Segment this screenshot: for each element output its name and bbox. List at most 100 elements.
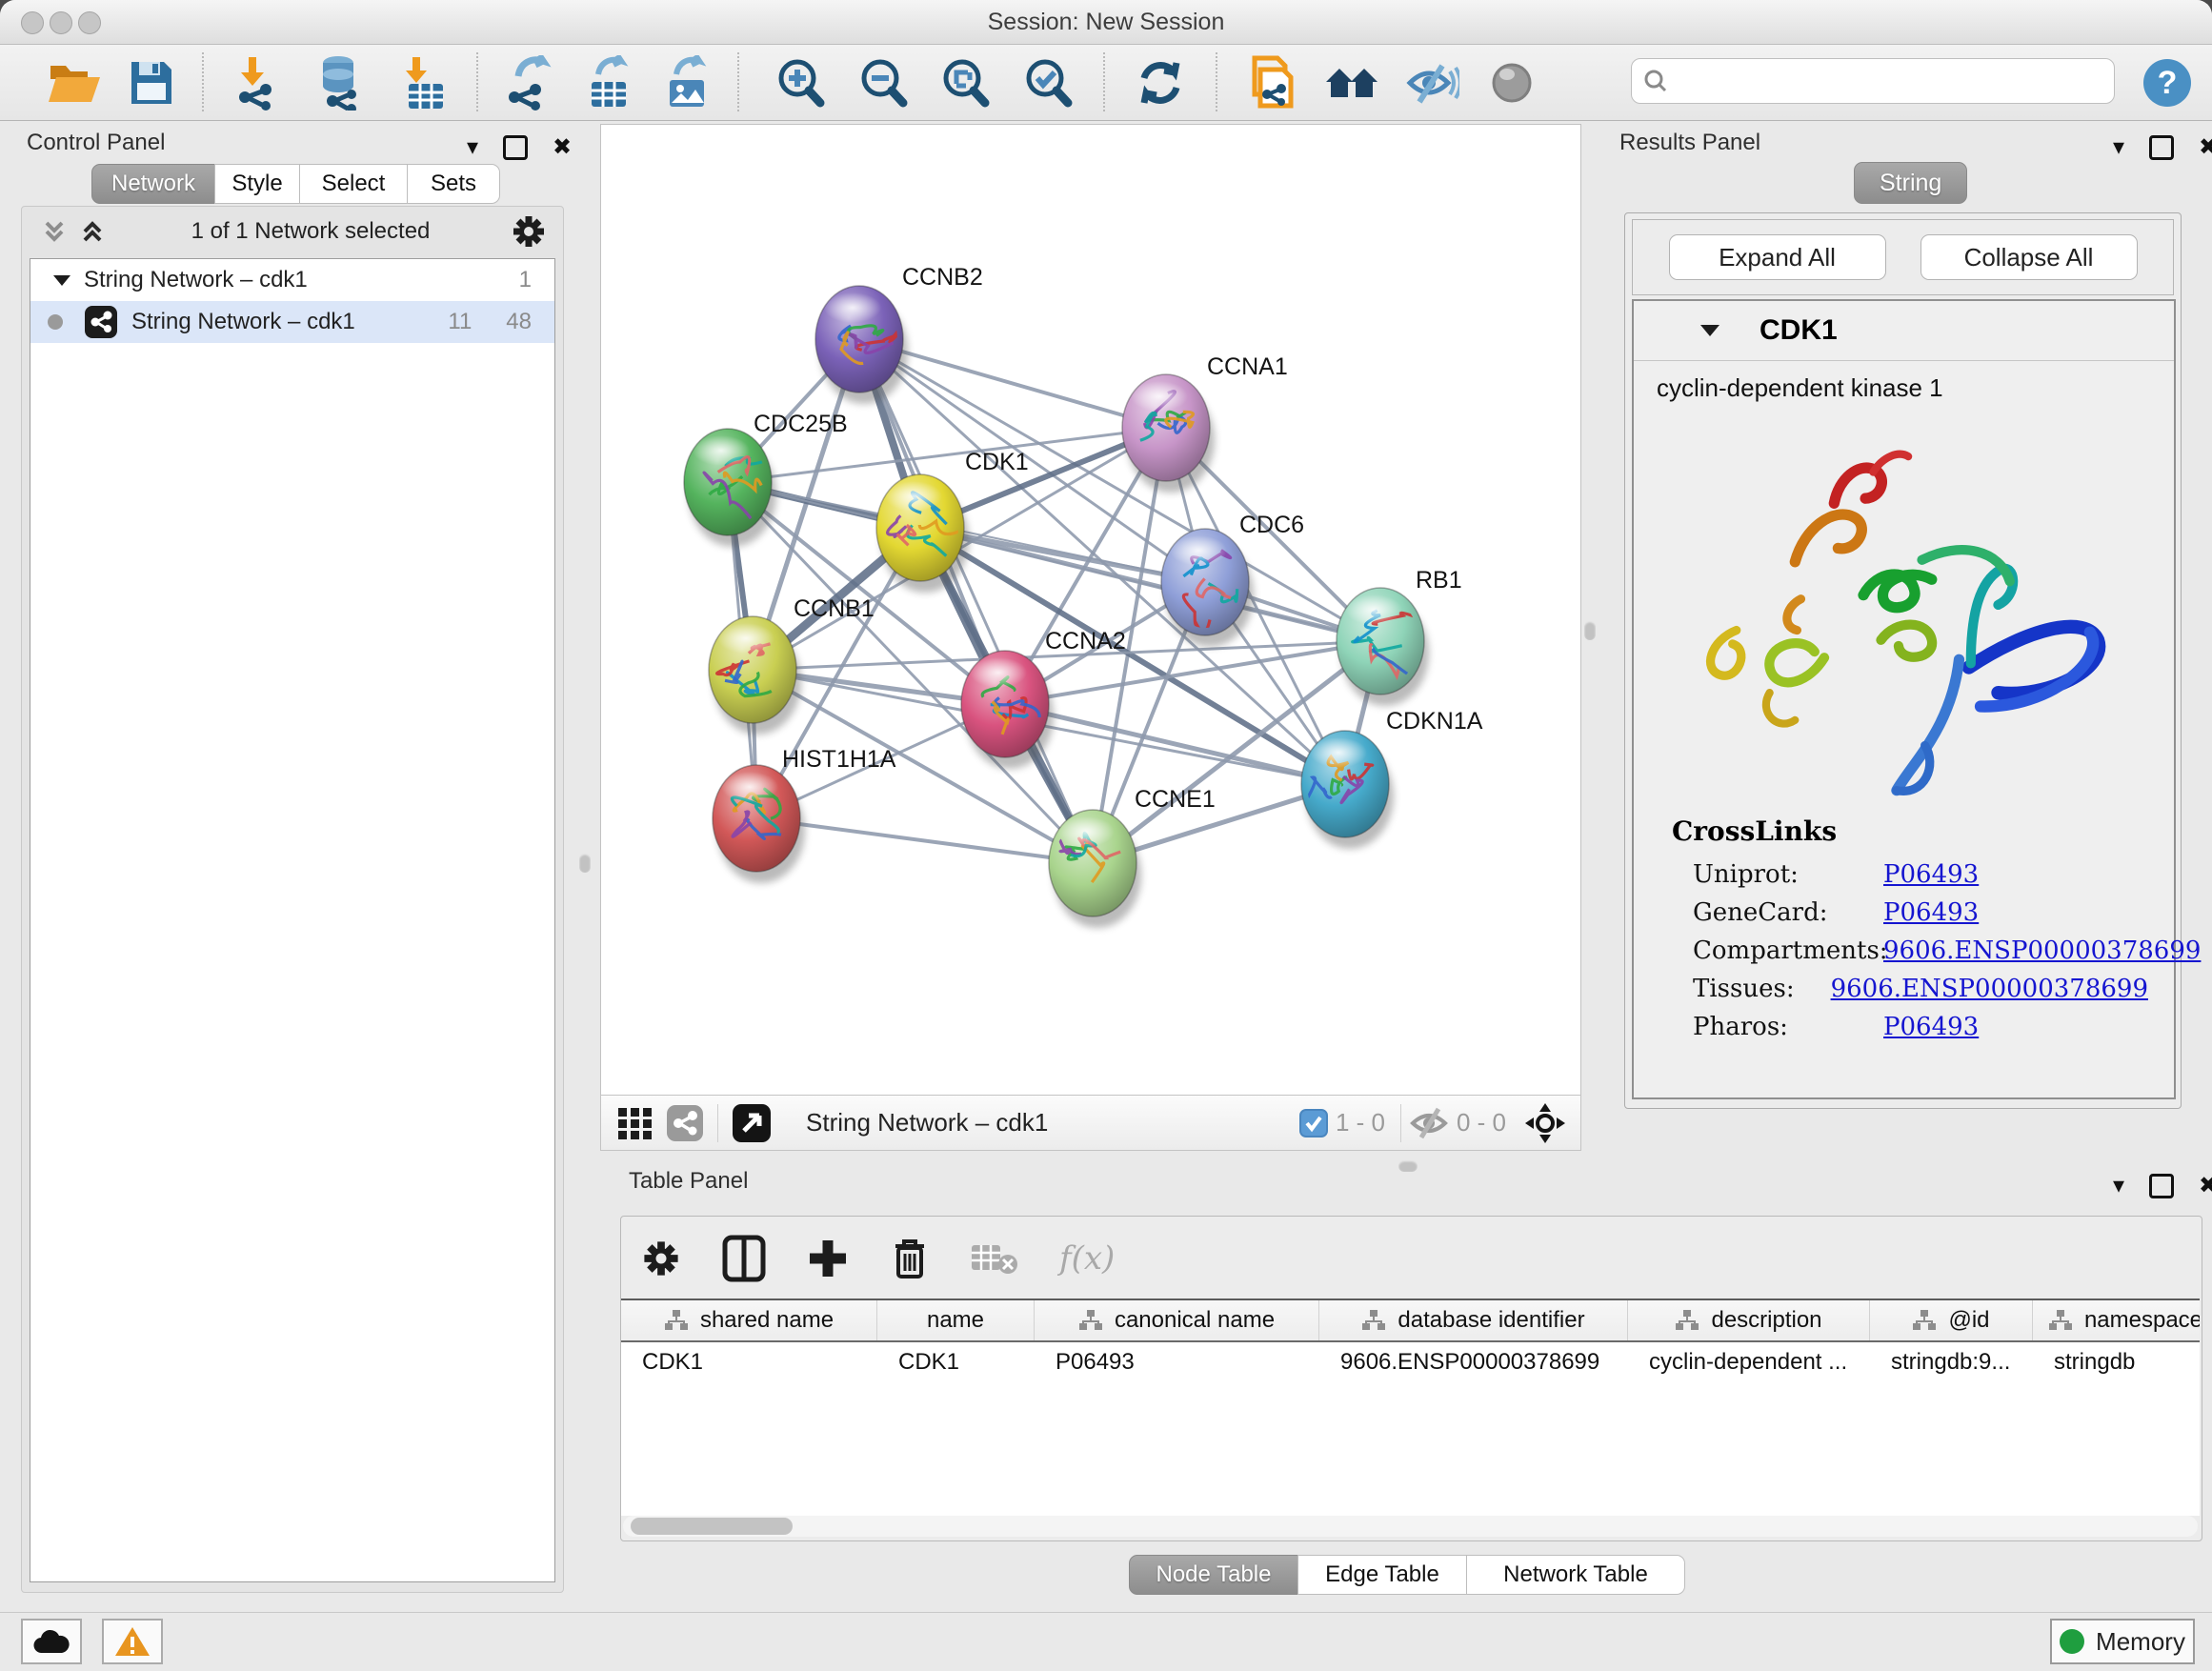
table-cell[interactable]: stringdb <box>2033 1342 2200 1382</box>
table-cell[interactable]: P06493 <box>1035 1342 1319 1382</box>
expand-all-button[interactable]: Expand All <box>1669 234 1886 280</box>
node-CDC25B[interactable] <box>684 429 794 547</box>
crosslink-link[interactable]: 9606.ENSP00000378699 <box>1883 936 2201 965</box>
panel-menu-icon[interactable]: ▾ <box>2113 1175 2124 1198</box>
collection-expand-icon[interactable] <box>51 272 72 288</box>
table-cell[interactable]: CDK1 <box>877 1342 1035 1382</box>
edge-CCNB2-CCNE1[interactable] <box>859 339 1093 863</box>
help-icon[interactable]: ? <box>2134 54 2201 111</box>
add-column-icon[interactable] <box>806 1237 850 1280</box>
edge-CCNA2-CDKN1A[interactable] <box>1005 704 1345 784</box>
table-options-gear-icon[interactable] <box>640 1238 682 1279</box>
node-CCNE1[interactable] <box>1049 810 1141 928</box>
cloud-status-button[interactable] <box>21 1619 82 1664</box>
export-image-icon[interactable] <box>654 54 720 111</box>
home-networks-icon[interactable] <box>1318 54 1385 111</box>
open-file-icon[interactable] <box>41 54 108 111</box>
tab-select[interactable]: Select <box>299 164 408 204</box>
table-cell[interactable]: cyclin-dependent ... <box>1628 1342 1870 1382</box>
splitter-handle[interactable] <box>1584 621 1596 640</box>
table-row[interactable]: CDK1CDK1P064939606.ENSP00000378699cyclin… <box>621 1342 2200 1382</box>
float-panel-icon[interactable] <box>2149 1174 2174 1198</box>
tab-network-table[interactable]: Network Table <box>1466 1555 1685 1595</box>
column-header-description[interactable]: description <box>1628 1300 1870 1340</box>
node-CDKN1A[interactable] <box>1301 731 1394 849</box>
node-RB1[interactable] <box>1337 588 1431 706</box>
table-cell[interactable]: CDK1 <box>621 1342 877 1382</box>
delete-column-icon[interactable] <box>890 1235 930 1282</box>
node-CCNA2[interactable] <box>961 651 1054 769</box>
tab-sets[interactable]: Sets <box>407 164 500 204</box>
warnings-button[interactable] <box>102 1619 163 1664</box>
node-CDK1[interactable] <box>876 474 969 593</box>
crosslink-link[interactable]: P06493 <box>1883 898 1979 927</box>
export-table-icon[interactable] <box>575 54 642 111</box>
column-header-name[interactable]: name <box>877 1300 1035 1340</box>
save-session-icon[interactable] <box>118 54 185 111</box>
search-input[interactable] <box>1668 63 2114 99</box>
network-collection-row[interactable]: String Network – cdk1 1 <box>30 259 554 301</box>
scrollbar-thumb[interactable] <box>631 1518 793 1535</box>
birds-eye-grid-icon[interactable] <box>616 1104 654 1142</box>
table-cell[interactable]: stringdb:9... <box>1870 1342 2033 1382</box>
network-view-canvas[interactable]: CCNB2CCNA1CDC25BCDK1CDC6RB1CCNB1CCNA2CDK… <box>600 124 1581 1096</box>
crosslink-link[interactable]: P06493 <box>1883 860 1979 889</box>
zoom-selected-icon[interactable] <box>1016 54 1082 111</box>
column-header-namespace[interactable]: namespace <box>2033 1300 2200 1340</box>
collapse-gene-icon[interactable] <box>1699 322 1721 339</box>
pan-crosshair-icon[interactable] <box>1523 1101 1567 1145</box>
node-CCNB2[interactable] <box>815 286 908 404</box>
export-network-icon[interactable] <box>495 54 562 111</box>
panel-menu-icon[interactable]: ▾ <box>2113 136 2124 159</box>
table-cell[interactable]: 9606.ENSP00000378699 <box>1319 1342 1628 1382</box>
column-type-icon <box>2048 1309 2073 1332</box>
clone-network-icon[interactable] <box>1238 54 1305 111</box>
zoom-fit-icon[interactable] <box>933 54 999 111</box>
network-options-gear-icon[interactable] <box>510 212 548 251</box>
memory-button[interactable]: Memory <box>2050 1619 2195 1664</box>
node-CCNA1[interactable] <box>1122 374 1215 493</box>
close-panel-icon[interactable]: ✖ <box>553 136 572 159</box>
import-table-icon[interactable] <box>391 54 457 111</box>
select-columns-icon[interactable] <box>722 1235 766 1282</box>
control-panel-title: Control Panel <box>27 130 165 156</box>
crosslink-link[interactable]: P06493 <box>1883 1013 1979 1041</box>
crosslink-link[interactable]: 9606.ENSP00000378699 <box>1831 975 2148 1003</box>
column-header-@id[interactable]: @id <box>1870 1300 2033 1340</box>
close-panel-icon[interactable]: ✖ <box>2199 136 2212 159</box>
tab-network[interactable]: Network <box>91 164 215 204</box>
edge-HIST1H1A-CCNE1[interactable] <box>756 818 1093 863</box>
column-header-database-identifier[interactable]: database identifier <box>1319 1300 1628 1340</box>
node-CCNB1[interactable] <box>709 616 801 735</box>
collapse-all-button[interactable]: Collapse All <box>1920 234 2138 280</box>
column-header-canonical-name[interactable]: canonical name <box>1035 1300 1319 1340</box>
hidden-eye-slash-icon[interactable] <box>1409 1107 1449 1139</box>
zoom-in-icon[interactable] <box>768 54 835 111</box>
zoom-out-icon[interactable] <box>851 54 917 111</box>
collapse-all-tree-icon[interactable] <box>41 217 73 246</box>
gene-header[interactable]: CDK1 <box>1634 301 2174 361</box>
float-panel-icon[interactable] <box>2149 135 2174 160</box>
network-share-badge-icon[interactable] <box>666 1104 704 1142</box>
import-network-icon[interactable] <box>226 54 292 111</box>
selected-nodes-checkbox-icon[interactable] <box>1299 1109 1328 1137</box>
tab-node-table[interactable]: Node Table <box>1129 1555 1298 1595</box>
panel-menu-icon[interactable]: ▾ <box>467 136 478 159</box>
network-navigator-bar: String Network – cdk1 1 - 0 0 - 0 <box>600 1095 1581 1151</box>
close-panel-icon[interactable]: ✖ <box>2199 1175 2212 1198</box>
tab-edge-table[interactable]: Edge Table <box>1297 1555 1467 1595</box>
expand-all-tree-icon[interactable] <box>79 217 111 246</box>
show-graphics-details-icon[interactable] <box>1478 54 1545 111</box>
import-network-from-database-icon[interactable] <box>307 54 373 111</box>
network-row[interactable]: String Network – cdk1 11 48 <box>30 301 554 343</box>
float-panel-icon[interactable] <box>503 135 528 160</box>
splitter-handle[interactable] <box>579 854 591 873</box>
tab-string[interactable]: String <box>1854 162 1967 204</box>
network-selection-status: 1 of 1 Network selected <box>111 218 510 245</box>
node-HIST1H1A[interactable] <box>713 765 805 883</box>
column-header-shared-name[interactable]: shared name <box>621 1300 877 1340</box>
refresh-icon[interactable] <box>1127 54 1194 111</box>
tab-style[interactable]: Style <box>214 164 300 204</box>
hide-details-icon[interactable] <box>1398 54 1465 111</box>
open-in-window-icon[interactable] <box>732 1103 772 1143</box>
